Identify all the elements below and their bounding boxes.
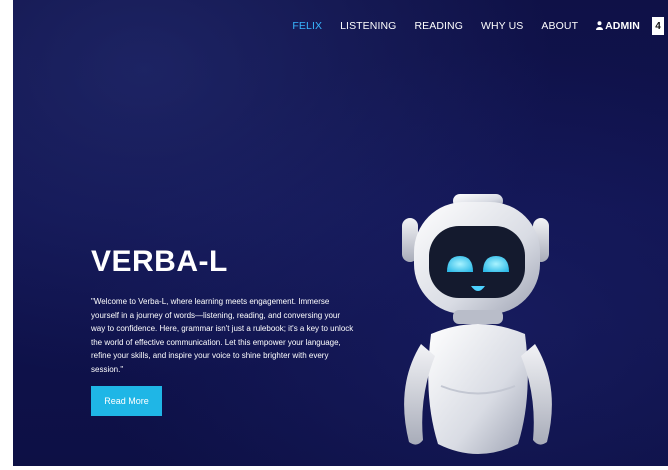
admin-label: ADMIN bbox=[605, 20, 640, 32]
top-nav: FELIX LISTENING READING WHY US ABOUT ADM… bbox=[274, 13, 664, 39]
read-more-button[interactable]: Read More bbox=[91, 386, 162, 416]
nav-item-admin[interactable]: ADMIN bbox=[596, 20, 640, 32]
nav-item-listening[interactable]: LISTENING bbox=[340, 20, 396, 32]
hero-description: "Welcome to Verba-L, where learning meet… bbox=[91, 297, 354, 374]
nav-item-why-us[interactable]: WHY US bbox=[481, 20, 523, 32]
nav-item-about[interactable]: ABOUT bbox=[541, 20, 578, 32]
page-title: VERBA-L bbox=[91, 245, 228, 278]
nav-item-reading[interactable]: READING bbox=[414, 20, 463, 32]
hero-section: FELIX LISTENING READING WHY US ABOUT ADM… bbox=[13, 0, 668, 466]
user-icon bbox=[596, 20, 604, 32]
notification-badge[interactable]: 4 bbox=[652, 17, 664, 35]
robot-mascot-image bbox=[402, 194, 552, 454]
nav-item-felix[interactable]: FELIX bbox=[292, 20, 322, 32]
